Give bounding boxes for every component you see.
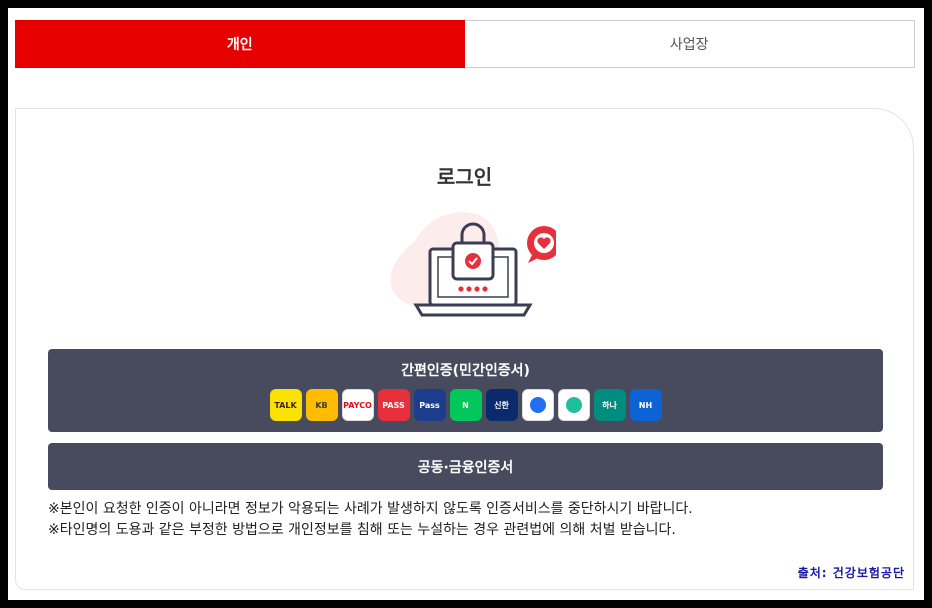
notice-line: ※본인이 요청한 인증이 아니라면 정보가 악용되는 사례가 발생하지 않도록 …: [48, 501, 693, 517]
banksalad-icon[interactable]: [557, 389, 590, 421]
samsung-pass-icon[interactable]: Pass: [413, 389, 446, 421]
payco-icon[interactable]: PAYCO: [341, 389, 374, 421]
hana-icon[interactable]: 하나: [593, 389, 626, 421]
pass-icon[interactable]: PASS: [377, 389, 410, 421]
laptop-lock-illustration: [390, 212, 556, 317]
kakaotalk-icon[interactable]: TALK: [269, 389, 302, 421]
toss-icon[interactable]: [521, 389, 554, 421]
kb-icon[interactable]: KB: [305, 389, 338, 421]
tab-individual[interactable]: 개인: [15, 20, 465, 68]
certificate-auth-label: 공동·금융인증서: [417, 459, 514, 476]
banksalad-glyph: [565, 397, 582, 413]
user-type-tabs: 개인 사업장: [15, 20, 915, 68]
shinhan-icon[interactable]: 신한: [485, 389, 518, 421]
simple-auth-providers: TALK KB PAYCO PASS Pass N 신한 하나 NH: [48, 389, 883, 421]
tab-business[interactable]: 사업장: [464, 20, 915, 68]
certificate-auth-button[interactable]: 공동·금융인증서: [48, 443, 883, 490]
notice-text: ※본인이 요청한 인증이 아니라면 정보가 악용되는 사례가 발생하지 않도록 …: [48, 499, 693, 541]
simple-auth-button[interactable]: 간편인증(민간인증서) TALK KB PAYCO PASS Pass N 신한 하나 NH: [48, 349, 883, 432]
source-credit: 출처: 건강보험공단: [797, 566, 905, 580]
login-title: 로그인: [436, 165, 493, 189]
login-card: 로그인 간편인증(민간인증서) TALK KB PAYCO PASS Pass N 신한 하나…: [15, 108, 914, 590]
naver-icon[interactable]: N: [449, 389, 482, 421]
nh-icon[interactable]: NH: [629, 389, 662, 421]
notice-line: ※타인명의 도용과 같은 부정한 방법으로 개인정보를 침해 또는 누설하는 경…: [48, 522, 676, 538]
simple-auth-label: 간편인증(민간인증서): [401, 363, 530, 379]
toss-glyph: [529, 397, 546, 413]
page-frame: 개인 사업장 로그인 간편인증(민간인증서) TALK KB PAYCO PASS Pa…: [8, 8, 924, 600]
